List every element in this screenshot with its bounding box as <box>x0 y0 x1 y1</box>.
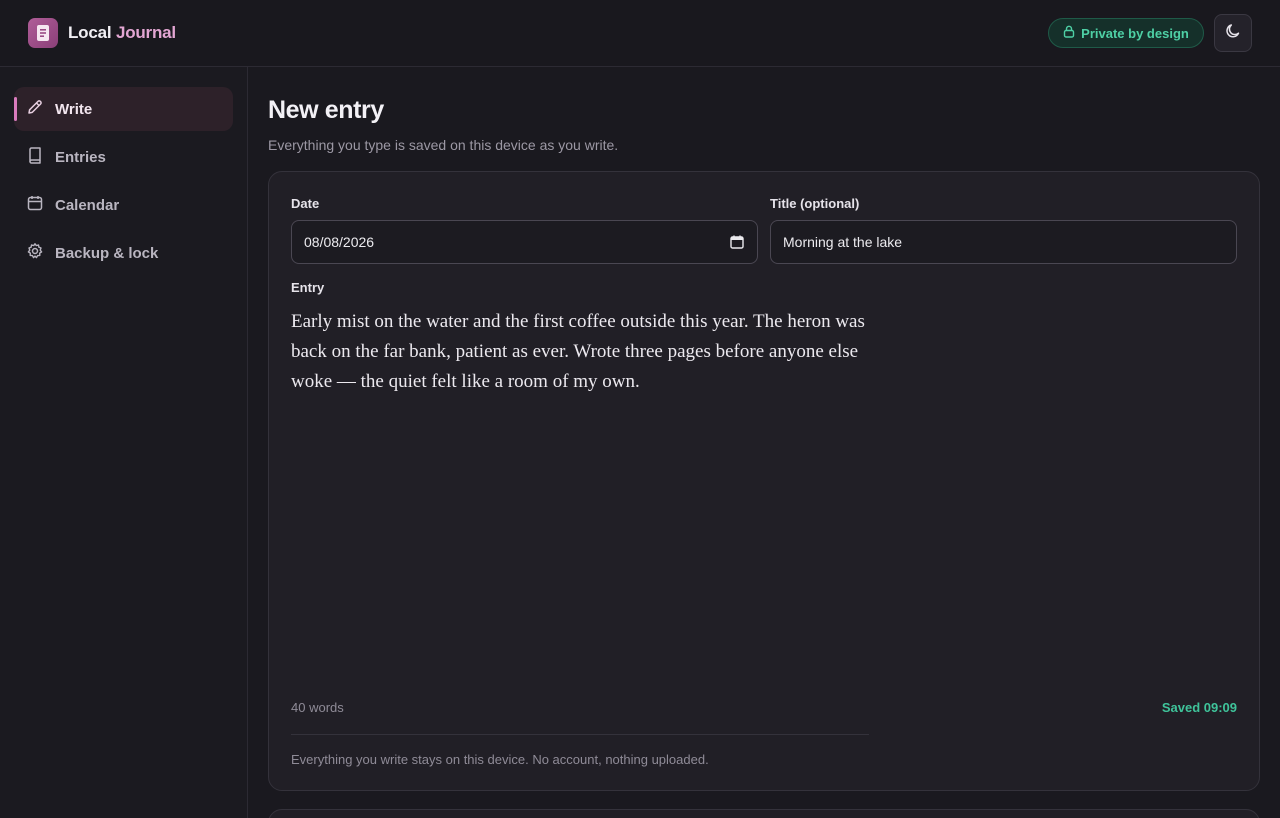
sidebar-item-label: Entries <box>55 148 106 166</box>
sidebar-item-label: Backup & lock <box>55 244 159 262</box>
date-value: 08/08/2026 <box>304 234 375 250</box>
entry-card: Date 08/08/2026 Title (optional) Entry E… <box>268 171 1260 791</box>
title-field[interactable] <box>770 220 1237 264</box>
sidebar-item-label: Write <box>55 100 93 118</box>
moon-icon <box>1225 23 1241 44</box>
page-subtitle: Everything you type is saved on this dev… <box>268 137 619 153</box>
lock-icon <box>1063 25 1075 41</box>
date-label: Date <box>291 196 320 211</box>
title-label: Title (optional) <box>770 196 860 211</box>
calendar-icon <box>26 194 44 216</box>
pencil-icon <box>26 98 44 120</box>
app-title-part2: Journal <box>115 23 176 42</box>
brand[interactable]: Local Journal <box>28 18 176 48</box>
entry-textarea[interactable]: Early mist on the water and the first co… <box>291 307 881 397</box>
title-input[interactable] <box>783 234 1224 250</box>
theme-toggle-button[interactable] <box>1214 14 1252 52</box>
divider <box>291 734 869 735</box>
sidebar-item-entries[interactable]: Entries <box>14 135 233 179</box>
book-icon <box>26 146 44 168</box>
privacy-footer-note: Everything you write stays on this devic… <box>291 752 709 767</box>
app-title: Local Journal <box>68 23 176 43</box>
privacy-badge: Private by design <box>1048 18 1204 48</box>
sidebar-item-calendar[interactable]: Calendar <box>14 183 233 227</box>
privacy-badge-label: Private by design <box>1081 25 1189 41</box>
top-bar: Local Journal Private by design <box>0 0 1280 67</box>
journal-icon <box>28 18 58 48</box>
sidebar-item-label: Calendar <box>55 196 120 214</box>
sidebar-item-backup-lock[interactable]: Backup & lock <box>14 231 233 275</box>
entry-label: Entry <box>291 280 325 295</box>
gear-icon <box>26 242 44 264</box>
sidebar: Write Entries Calendar Backup & lock <box>0 67 248 818</box>
page-title: New entry <box>268 96 384 124</box>
date-field[interactable]: 08/08/2026 <box>291 220 758 264</box>
app-title-part1: Local <box>68 23 112 42</box>
word-count: 40 words <box>291 700 344 715</box>
calendar-picker-icon[interactable] <box>729 234 745 250</box>
secondary-card <box>268 809 1260 818</box>
sidebar-item-write[interactable]: Write <box>14 87 233 131</box>
saved-status: Saved 09:09 <box>1161 700 1237 715</box>
